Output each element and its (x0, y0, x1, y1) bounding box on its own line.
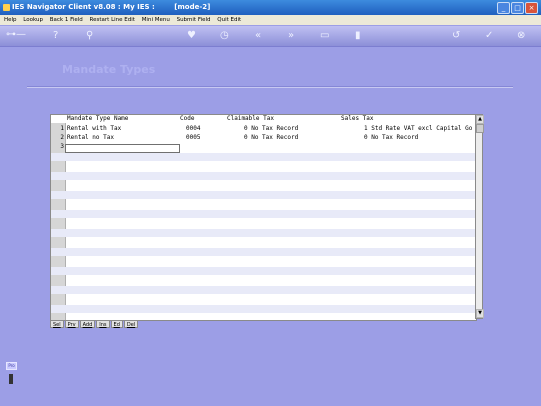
empty-row (51, 191, 476, 199)
tab-add[interactable]: Add (79, 320, 96, 328)
active-cell-input[interactable] (65, 144, 180, 153)
cell-code[interactable]: 0005 (186, 134, 200, 142)
menu-mini-menu[interactable]: Mini Menu (142, 17, 170, 23)
cell-sales-tax[interactable]: 0 No Tax Record (364, 134, 418, 142)
search-icon[interactable]: ⚲ (86, 30, 93, 42)
trash-icon[interactable]: ▮ (355, 30, 361, 42)
window-controls: _ □ × (497, 2, 538, 14)
side-marker (9, 374, 13, 384)
tab-prv[interactable]: Prv (64, 320, 79, 328)
menu-submit-field[interactable]: Submit Field (177, 17, 211, 23)
record-action-tabs: Sel Prv Add Ins Ed Del (50, 320, 139, 328)
minimize-button[interactable]: _ (497, 2, 510, 14)
cell-claimable-tax[interactable]: 0 No Tax Record (244, 134, 298, 142)
empty-row (51, 229, 476, 237)
menu-help[interactable]: Help (4, 17, 17, 23)
empty-row (51, 267, 476, 275)
tab-sel[interactable]: Sel (50, 320, 64, 328)
vertical-scrollbar[interactable]: ▲ ▼ (475, 114, 484, 319)
maximize-button[interactable]: □ (511, 2, 524, 14)
page-title: Mandate Types (62, 63, 156, 76)
empty-row (51, 305, 476, 313)
help-icon[interactable]: ? (53, 30, 58, 42)
empty-row (51, 153, 476, 161)
cell-code[interactable]: 0004 (186, 125, 200, 133)
col-header-code[interactable]: Code (180, 115, 194, 123)
cell-name[interactable]: Rental no Tax (67, 134, 114, 142)
heart-icon[interactable]: ♥ (187, 30, 196, 42)
scroll-down-icon[interactable]: ▼ (476, 309, 484, 318)
empty-row (51, 286, 476, 294)
tab-ed[interactable]: Ed (110, 320, 123, 328)
side-panel-button[interactable]: Pro (6, 362, 17, 370)
menu-restart-line-edit[interactable]: Restart Line Edit (90, 17, 135, 23)
title-bar: IES Navigator Client v8.08 : My IES : [m… (0, 0, 541, 15)
grid-header: Mandate Type Name Code Claimable Tax Sal… (51, 115, 476, 123)
exit-icon[interactable]: ⊗ (517, 30, 525, 42)
cell-claimable-tax[interactable]: 0 No Tax Record (244, 125, 298, 133)
col-header-mandate-type-name[interactable]: Mandate Type Name (67, 115, 128, 123)
empty-row (51, 248, 476, 256)
undo-icon[interactable]: ↺ (452, 30, 460, 42)
close-button[interactable]: × (525, 2, 538, 14)
tab-del[interactable]: Del (123, 320, 139, 328)
tab-ins[interactable]: Ins (96, 320, 110, 328)
confirm-icon[interactable]: ✓ (485, 30, 493, 42)
col-header-sales-tax[interactable]: Sales Tax (341, 115, 374, 123)
row-number: 2 (60, 134, 64, 141)
toolbar: ⊶— ? ⚲ ♥ ◷ « » ▭ ▮ ↺ ✓ ⊗ (0, 26, 541, 47)
history-icon[interactable]: ◷ (220, 30, 229, 42)
previous-icon[interactable]: « (255, 30, 261, 42)
table-row[interactable]: 2 Rental no Tax 0005 0 No Tax Record 0 N… (51, 134, 476, 142)
cell-sales-tax[interactable]: 1 Std Rate VAT excl Capital Go (364, 125, 472, 133)
empty-row (51, 172, 476, 180)
scroll-up-icon[interactable]: ▲ (476, 115, 484, 124)
next-icon[interactable]: » (288, 30, 294, 42)
menu-lookup[interactable]: Lookup (23, 17, 43, 23)
mandate-types-grid: Mandate Type Name Code Claimable Tax Sal… (50, 114, 477, 321)
menu-bar: Help Lookup Back 1 Field Restart Line Ed… (0, 15, 541, 25)
menu-quit-edit[interactable]: Quit Edit (217, 17, 241, 23)
key-icon[interactable]: ⊶— (6, 29, 26, 41)
table-row[interactable]: 1 Rental with Tax 0004 0 No Tax Record 1… (51, 125, 476, 133)
window-title: IES Navigator Client v8.08 : My IES : [m… (12, 3, 211, 11)
menu-back-1-field[interactable]: Back 1 Field (50, 17, 83, 23)
divider (27, 86, 513, 88)
cell-name[interactable]: Rental with Tax (67, 125, 121, 133)
col-header-claimable-tax[interactable]: Claimable Tax (227, 115, 274, 123)
row-number: 1 (60, 125, 64, 132)
app-icon (3, 4, 10, 11)
row-number: 3 (60, 143, 64, 150)
scroll-thumb[interactable] (476, 124, 484, 133)
empty-row (51, 210, 476, 218)
document-icon[interactable]: ▭ (320, 30, 329, 42)
